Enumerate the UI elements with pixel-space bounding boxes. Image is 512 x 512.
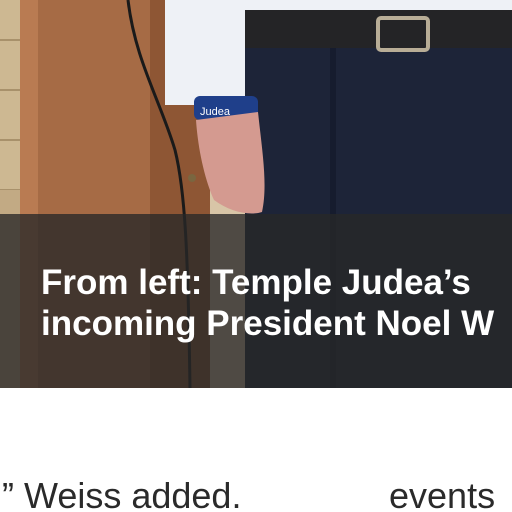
caption-line-1: From left: Temple Judea’s [41, 263, 471, 302]
article-body: ,” Weiss added. events [0, 474, 512, 512]
caption-line-2: incoming President Noel W [41, 304, 495, 343]
article-text-left: ,” Weiss added. [0, 475, 242, 512]
article-text-right: events [389, 475, 496, 512]
photo-caption: From left: Temple Judea’s incoming Presi… [41, 262, 512, 344]
